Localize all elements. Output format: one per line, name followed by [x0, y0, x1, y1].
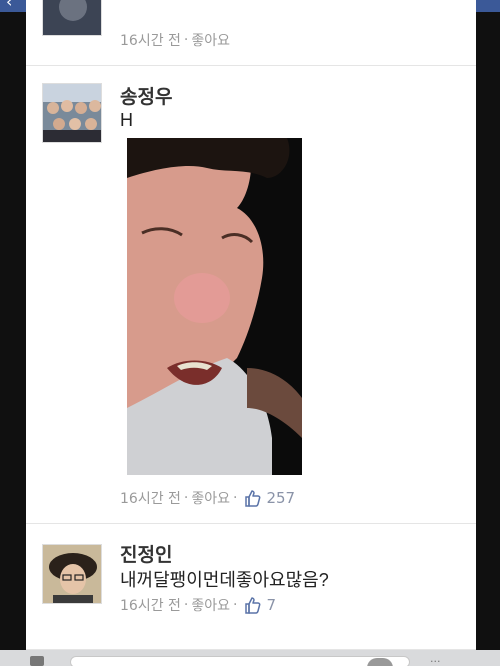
like-link[interactable]: 좋아요 [191, 488, 230, 508]
meta-separator: · [233, 597, 238, 613]
back-arrow-icon[interactable]: ‹ [6, 0, 12, 10]
comment-item: 진정인 내꺼달팽이먼데좋아요많음? 16시간 전 · 좋아요 · 7 [26, 524, 476, 650]
thumbs-up-icon [245, 490, 261, 507]
like-count[interactable]: 7 [266, 596, 276, 614]
avatar[interactable] [42, 0, 102, 36]
post-button[interactable]: ··· [430, 655, 441, 666]
meta-separator: · [183, 597, 189, 613]
comment-text: 내꺼달팽이먼데좋아요많음? [120, 570, 329, 590]
comment-meta: 16시간 전 · 좋아요 · 7 [120, 595, 276, 615]
camera-icon[interactable] [30, 656, 44, 666]
comment-meta: 16시간 전 · 좋아요 · 257 [120, 488, 295, 508]
comment-compose-bar: ··· [0, 650, 500, 666]
comment-photo[interactable] [127, 138, 302, 475]
like-link[interactable]: 좋아요 [191, 30, 230, 50]
comment-input[interactable] [70, 656, 410, 666]
comment-meta: 16시간 전 · 좋아요 [120, 30, 230, 50]
avatar-image [43, 0, 101, 35]
commenter-name[interactable]: 진정인 [120, 540, 172, 567]
comments-feed: 16시간 전 · 좋아요 송정우 H 16시간 전 · 좋아요 · 257 진정… [26, 0, 476, 650]
comment-item: 16시간 전 · 좋아요 [26, 0, 476, 66]
commenter-name[interactable]: 송정우 [120, 82, 172, 109]
meta-separator: · [233, 490, 238, 506]
meta-separator: · [183, 490, 189, 506]
avatar-image [43, 545, 101, 603]
sticker-icon[interactable] [367, 658, 393, 666]
like-link[interactable]: 좋아요 [191, 595, 230, 615]
comment-time: 16시간 전 [120, 491, 181, 507]
comment-time: 16시간 전 [120, 598, 181, 614]
thumbs-up-icon [245, 597, 261, 614]
comment-text: H [120, 110, 133, 130]
photo-face-image [127, 138, 302, 475]
avatar-image [43, 84, 101, 142]
comment-time: 16시간 전 [120, 33, 181, 49]
meta-separator: · [183, 32, 189, 48]
like-count[interactable]: 257 [266, 489, 295, 507]
avatar[interactable] [42, 544, 102, 604]
avatar[interactable] [42, 83, 102, 143]
